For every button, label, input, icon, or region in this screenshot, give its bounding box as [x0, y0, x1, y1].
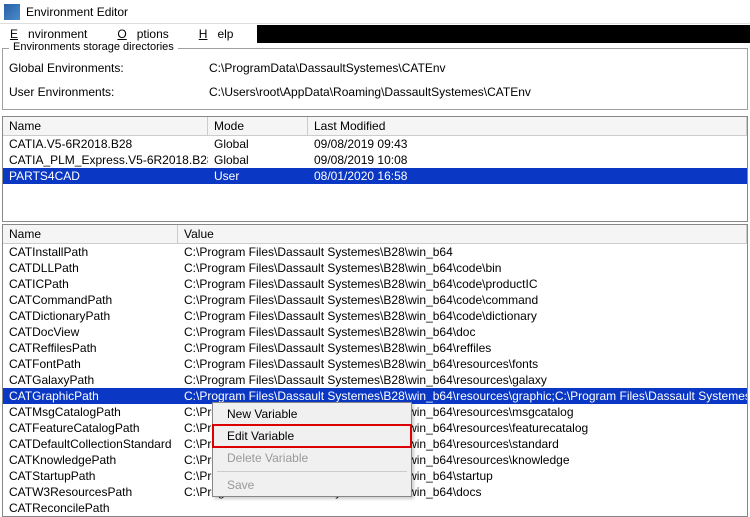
env-name: PARTS4CAD	[3, 168, 208, 184]
menu-delete-variable: Delete Variable	[213, 447, 411, 469]
menu-save: Save	[213, 474, 411, 496]
app-icon	[4, 4, 20, 20]
var-name: CATICPath	[3, 276, 178, 292]
var-name: CATDLLPath	[3, 260, 178, 276]
var-name: CATDefaultCollectionStandard	[3, 436, 178, 452]
var-value: C:\Program Files\Dassault Systemes\B28\w…	[178, 372, 747, 388]
var-name: CATFeatureCatalogPath	[3, 420, 178, 436]
var-name: CATDocView	[3, 324, 178, 340]
global-env-label: Global Environments:	[9, 61, 209, 75]
table-row[interactable]: CATGalaxyPathC:\Program Files\Dassault S…	[3, 372, 747, 388]
user-env-label: User Environments:	[9, 85, 209, 99]
table-row[interactable]: CATDLLPathC:\Program Files\Dassault Syst…	[3, 260, 747, 276]
var-name: CATDictionaryPath	[3, 308, 178, 324]
table-row[interactable]: CATDictionaryPathC:\Program Files\Dassau…	[3, 308, 747, 324]
var-name: CATStartupPath	[3, 468, 178, 484]
context-menu: New Variable Edit Variable Delete Variab…	[212, 402, 412, 497]
table-row[interactable]: CATIA_PLM_Express.V5-6R2018.B28Global09/…	[3, 152, 747, 168]
var-name: CATInstallPath	[3, 244, 178, 260]
var-value: C:\Program Files\Dassault Systemes\B28\w…	[178, 324, 747, 340]
env-lastmod: 09/08/2019 10:08	[308, 152, 747, 168]
var-value: C:\Program Files\Dassault Systemes\B28\w…	[178, 292, 747, 308]
table-row[interactable]: CATDocViewC:\Program Files\Dassault Syst…	[3, 324, 747, 340]
env-mode: Global	[208, 136, 308, 152]
menu-new-variable[interactable]: New Variable	[213, 403, 411, 425]
env-lastmod: 09/08/2019 09:43	[308, 136, 747, 152]
var-value: C:\Program Files\Dassault Systemes\B28\w…	[178, 276, 747, 292]
var-value	[178, 500, 747, 516]
global-env-path: C:\ProgramData\DassaultSystemes\CATEnv	[209, 61, 446, 75]
table-row[interactable]: CATInstallPathC:\Program Files\Dassault …	[3, 244, 747, 260]
table-row[interactable]: CATICPathC:\Program Files\Dassault Syste…	[3, 276, 747, 292]
var-name: CATReffilesPath	[3, 340, 178, 356]
table-row[interactable]: CATCommandPathC:\Program Files\Dassault …	[3, 292, 747, 308]
env-mode: Global	[208, 152, 308, 168]
var-col-name[interactable]: Name	[3, 225, 178, 243]
var-name: CATW3ResourcesPath	[3, 484, 178, 500]
table-row[interactable]: CATReconcilePath	[3, 500, 747, 516]
var-value: C:\Program Files\Dassault Systemes\B28\w…	[178, 356, 747, 372]
titlebar: Environment Editor	[0, 0, 750, 24]
env-table-header: Name Mode Last Modified	[3, 117, 747, 136]
var-name: CATGalaxyPath	[3, 372, 178, 388]
var-name: CATMsgCatalogPath	[3, 404, 178, 420]
var-value: C:\Program Files\Dassault Systemes\B28\w…	[178, 340, 747, 356]
storage-legend: Environments storage directories	[9, 41, 178, 53]
environments-table[interactable]: Name Mode Last Modified CATIA.V5-6R2018.…	[2, 116, 748, 222]
var-name: CATKnowledgePath	[3, 452, 178, 468]
env-name: CATIA.V5-6R2018.B28	[3, 136, 208, 152]
storage-group: Environments storage directories Global …	[2, 48, 748, 110]
menu-help[interactable]: Help	[189, 25, 254, 43]
menubar-filler	[257, 25, 750, 43]
var-name: CATCommandPath	[3, 292, 178, 308]
table-row[interactable]: PARTS4CADUser08/01/2020 16:58	[3, 168, 747, 184]
env-col-name[interactable]: Name	[3, 117, 208, 135]
menu-separator	[217, 471, 407, 472]
table-row[interactable]: CATFontPathC:\Program Files\Dassault Sys…	[3, 356, 747, 372]
var-table-header: Name Value	[3, 225, 747, 244]
env-mode: User	[208, 168, 308, 184]
var-name: CATGraphicPath	[3, 388, 178, 404]
var-name: CATReconcilePath	[3, 500, 178, 516]
env-name: CATIA_PLM_Express.V5-6R2018.B28	[3, 152, 208, 168]
var-name: CATFontPath	[3, 356, 178, 372]
user-env-path: C:\Users\root\AppData\Roaming\DassaultSy…	[209, 85, 531, 99]
var-col-value[interactable]: Value	[178, 225, 747, 243]
table-row[interactable]: CATReffilesPathC:\Program Files\Dassault…	[3, 340, 747, 356]
env-col-lastmod[interactable]: Last Modified	[308, 117, 747, 135]
env-lastmod: 08/01/2020 16:58	[308, 168, 747, 184]
var-value: C:\Program Files\Dassault Systemes\B28\w…	[178, 244, 747, 260]
menu-edit-variable[interactable]: Edit Variable	[213, 425, 411, 447]
var-value: C:\Program Files\Dassault Systemes\B28\w…	[178, 308, 747, 324]
window-title: Environment Editor	[26, 5, 128, 19]
table-row[interactable]: CATIA.V5-6R2018.B28Global09/08/2019 09:4…	[3, 136, 747, 152]
var-value: C:\Program Files\Dassault Systemes\B28\w…	[178, 260, 747, 276]
env-col-mode[interactable]: Mode	[208, 117, 308, 135]
